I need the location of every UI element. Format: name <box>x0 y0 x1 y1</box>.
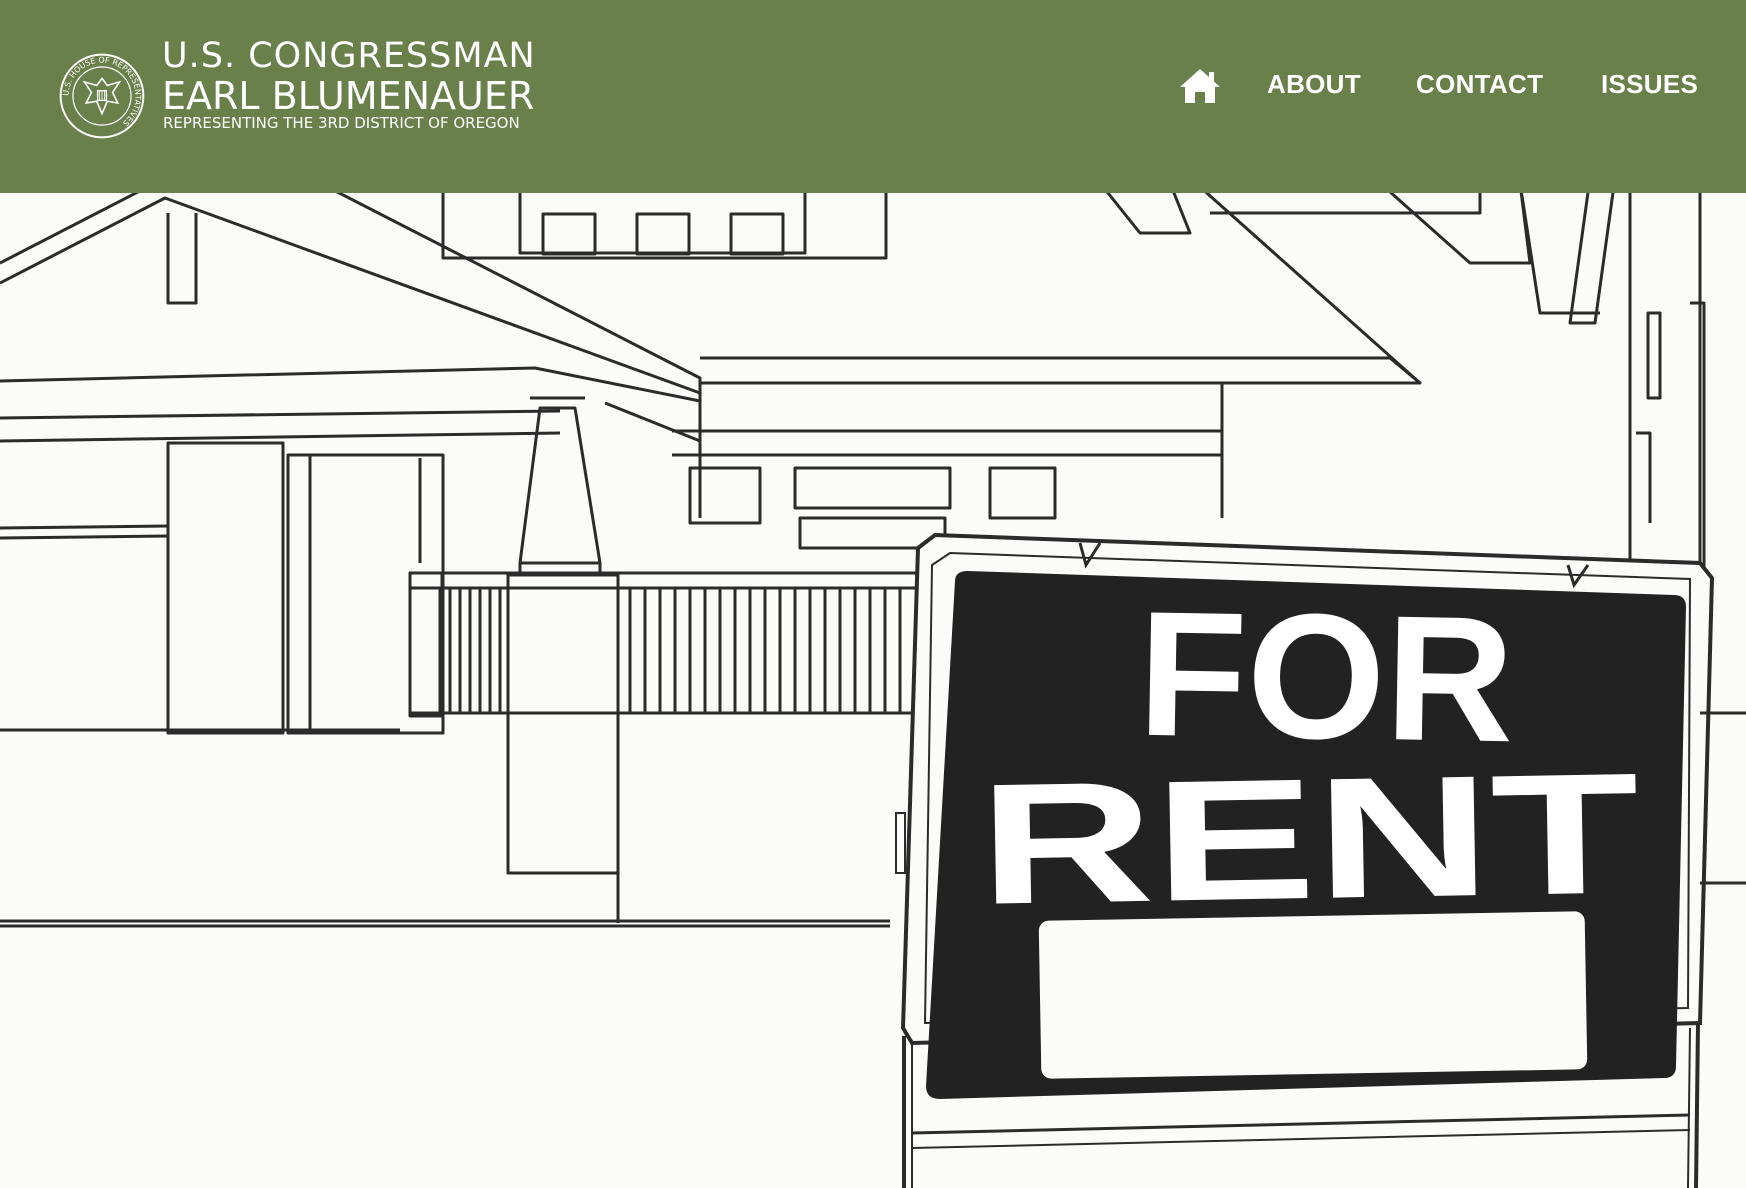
nav-contact-link[interactable]: CONTACT <box>1416 66 1543 102</box>
sign-text-rent: RENT <box>977 737 1640 940</box>
house-seal-icon[interactable]: U.S. HOUSE OF REPRESENTATIVES <box>58 52 146 140</box>
nav-about-link[interactable]: ABOUT <box>1267 66 1361 102</box>
home-icon[interactable] <box>1178 66 1222 106</box>
site-title-line2[interactable]: EARL BLUMENAUER <box>162 74 534 118</box>
site-subtitle: REPRESENTING THE 3RD DISTRICT OF OREGON <box>163 114 520 132</box>
for-rent-house-illustration: FOR RENT <box>0 193 1746 1188</box>
site-title-line1[interactable]: U.S. CONGRESSMAN <box>162 36 536 76</box>
hero-illustration: FOR RENT <box>0 193 1746 1188</box>
nav-issues-link[interactable]: ISSUES <box>1601 66 1698 102</box>
site-header: U.S. HOUSE OF REPRESENTATIVES U.S. CONGR… <box>0 0 1746 193</box>
